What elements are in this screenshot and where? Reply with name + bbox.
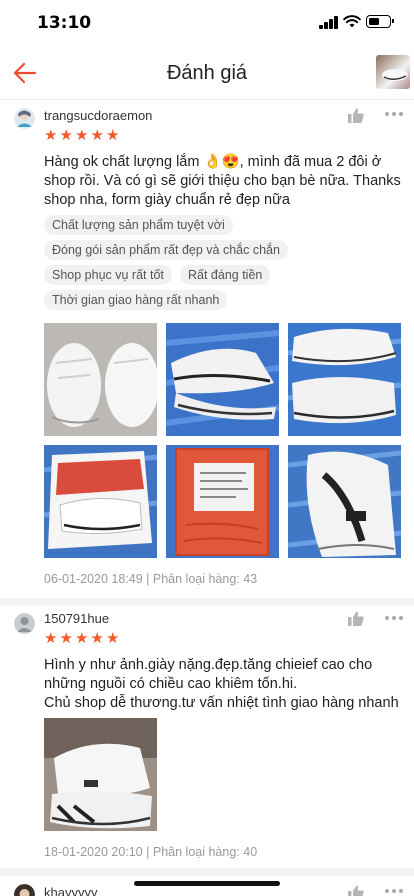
review-meta: 18-01-2020 20:10 | Phân loại hàng: 40 bbox=[44, 845, 258, 859]
avatar[interactable] bbox=[14, 108, 35, 129]
star-icon: ★ bbox=[90, 629, 104, 647]
review-tag: Thời gian giao hàng rất nhanh bbox=[44, 290, 228, 310]
page-title: Đánh giá bbox=[166, 62, 248, 84]
review-username[interactable]: khayyyyy bbox=[44, 885, 97, 896]
review-tag: Rất đáng tiền bbox=[180, 265, 271, 285]
review-text: Hàng ok chất lượng lắm 👌😍, mình đã mua 2… bbox=[44, 154, 401, 208]
thumbs-up-icon[interactable] bbox=[348, 885, 364, 896]
review-username[interactable]: 150791hue bbox=[44, 611, 109, 626]
avatar[interactable] bbox=[14, 613, 35, 634]
star-rating: ★ ★ ★ ★ ★ bbox=[44, 629, 120, 647]
review-text: Hình y như ảnh.giày nặng.đẹp.tăng chieie… bbox=[44, 657, 399, 711]
star-icon: ★ bbox=[90, 126, 104, 144]
product-thumbnail[interactable] bbox=[376, 55, 410, 89]
star-icon: ★ bbox=[59, 126, 73, 144]
star-icon: ★ bbox=[106, 629, 120, 647]
star-icon: ★ bbox=[59, 629, 73, 647]
review-photo[interactable] bbox=[44, 718, 157, 831]
divider bbox=[0, 598, 414, 606]
status-time: 13:10 bbox=[37, 13, 92, 33]
star-icon: ★ bbox=[75, 126, 89, 144]
more-options-icon[interactable] bbox=[385, 112, 403, 118]
thumbs-up-icon[interactable] bbox=[348, 108, 364, 123]
status-bar: 13:10 bbox=[0, 0, 414, 46]
cellular-signal-icon bbox=[319, 16, 339, 29]
divider bbox=[0, 868, 414, 876]
review-photo[interactable] bbox=[288, 323, 401, 436]
review-photo[interactable] bbox=[166, 445, 279, 558]
nav-bar: Đánh giá bbox=[0, 46, 414, 100]
review-tag: Đóng gói sản phẩm rất đẹp và chắc chắn bbox=[44, 240, 288, 260]
review-photo[interactable] bbox=[44, 323, 157, 436]
more-options-icon[interactable] bbox=[385, 616, 403, 622]
review-item: khayyyyy bbox=[0, 876, 414, 896]
review-photo[interactable] bbox=[166, 323, 279, 436]
star-rating: ★ ★ ★ ★ ★ bbox=[44, 126, 120, 144]
review-photo[interactable] bbox=[288, 445, 401, 558]
review-photo[interactable] bbox=[44, 445, 157, 558]
review-item: 150791hue ★ ★ ★ ★ ★ Hình y như ảnh.giày … bbox=[0, 606, 414, 868]
review-username[interactable]: trangsucdoraemon bbox=[44, 108, 152, 123]
star-icon: ★ bbox=[44, 629, 58, 647]
more-options-icon[interactable] bbox=[385, 889, 403, 895]
review-tag: Shop phục vụ rất tốt bbox=[44, 265, 172, 285]
home-indicator bbox=[134, 881, 280, 886]
battery-icon bbox=[366, 15, 394, 28]
review-item: trangsucdoraemon ★ ★ ★ ★ ★ Hàng ok chất … bbox=[0, 100, 414, 598]
wifi-icon bbox=[343, 15, 361, 28]
thumbs-up-icon[interactable] bbox=[348, 611, 364, 626]
star-icon: ★ bbox=[75, 629, 89, 647]
star-icon: ★ bbox=[44, 126, 58, 144]
review-meta: 06-01-2020 18:49 | Phân loại hàng: 43 bbox=[44, 572, 258, 586]
review-tag: Chất lượng sản phẩm tuyệt vời bbox=[44, 215, 233, 235]
star-icon: ★ bbox=[106, 126, 120, 144]
avatar[interactable] bbox=[14, 884, 35, 896]
